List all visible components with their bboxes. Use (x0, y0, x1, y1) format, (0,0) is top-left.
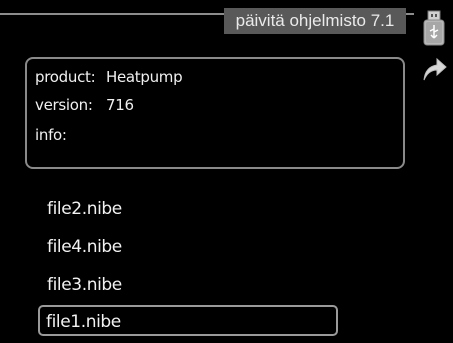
product-label: product: (35, 68, 96, 86)
version-label: version: (35, 96, 93, 114)
info-row: info: (35, 126, 106, 144)
info-label: info: (35, 126, 67, 144)
version-value: 716 (106, 96, 134, 114)
version-row: version: 716 (35, 96, 134, 114)
back-arrow-icon[interactable] (421, 56, 447, 82)
file-item[interactable]: file3.nibe (47, 275, 122, 295)
file-item[interactable]: file4.nibe (47, 237, 122, 257)
usb-stick-icon (423, 10, 445, 46)
nibe-display: päivitä ohjelmisto 7.1 product: Heatpump … (0, 0, 453, 343)
page-title: päivitä ohjelmisto 7.1 (224, 8, 406, 34)
product-value: Heatpump (106, 68, 183, 86)
file-item-selected[interactable]: file1.nibe (38, 305, 338, 336)
update-info-panel: product: Heatpump version: 716 info: (25, 57, 405, 169)
file-item-label: file1.nibe (46, 312, 121, 332)
product-row: product: Heatpump (35, 68, 183, 86)
file-item[interactable]: file2.nibe (47, 199, 122, 219)
